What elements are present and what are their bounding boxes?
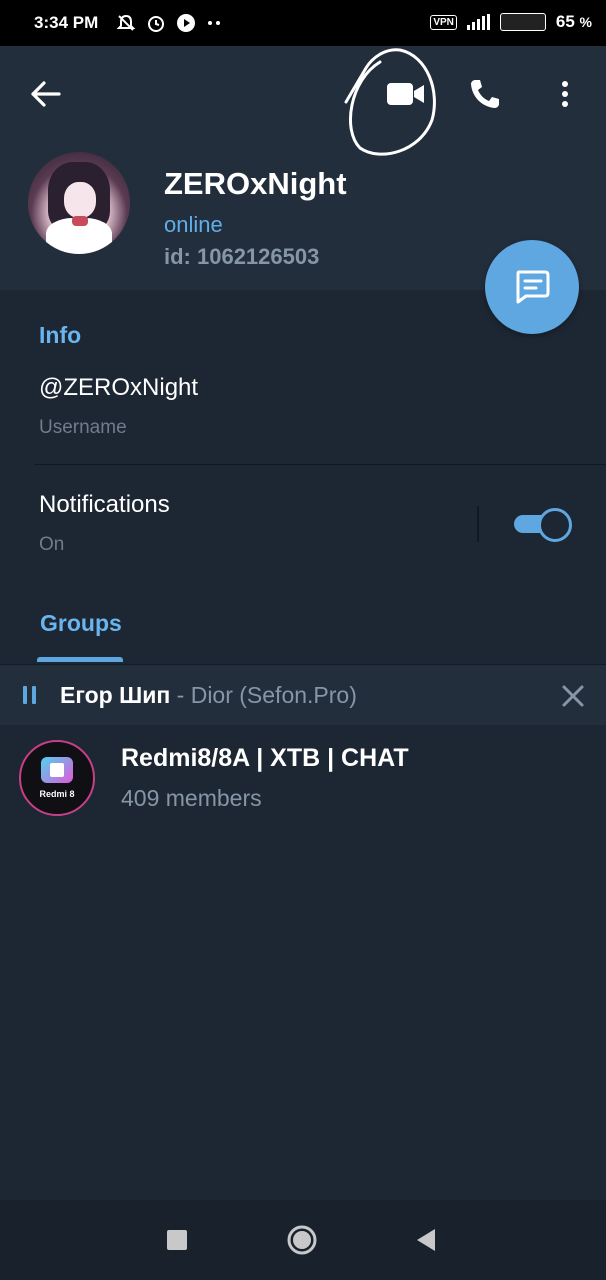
play-icon — [177, 14, 195, 32]
group-logo-icon — [41, 757, 73, 783]
more-vertical-icon — [562, 81, 568, 107]
voice-call-button[interactable] — [462, 72, 508, 116]
home-circle-icon — [287, 1225, 317, 1255]
home-button[interactable] — [286, 1224, 318, 1256]
player-separator: - — [170, 682, 191, 708]
status-time: 3:34 PM — [34, 13, 99, 32]
tab-indicator — [37, 657, 123, 662]
group-avatar-text: Redmi 8 — [39, 789, 75, 799]
triangle-back-icon — [417, 1229, 435, 1251]
back-button[interactable] — [24, 76, 68, 112]
vpn-badge: VPN — [430, 14, 457, 30]
battery-icon — [499, 13, 546, 31]
username-value[interactable]: @ZEROxNight — [39, 374, 198, 402]
divider — [34, 464, 606, 465]
player-artist: Егор Шип — [60, 682, 171, 708]
send-message-button[interactable] — [485, 240, 579, 334]
close-icon[interactable] — [560, 683, 586, 709]
arrow-left-icon — [31, 81, 61, 107]
alarm-icon — [148, 16, 164, 32]
profile-name: ZEROxNight — [164, 166, 347, 201]
battery-percent: 65 % — [555, 12, 592, 31]
notifications-state: On — [39, 534, 65, 555]
notifications-title[interactable]: Notifications — [39, 491, 170, 519]
recents-button[interactable] — [161, 1224, 193, 1256]
video-call-button[interactable] — [378, 74, 434, 114]
username-label: Username — [39, 417, 127, 438]
status-icons — [116, 13, 222, 33]
back-nav-button[interactable] — [410, 1224, 442, 1256]
info-section-title: Info — [39, 322, 82, 348]
group-name: Redmi8/8A | XTB | CHAT — [121, 744, 409, 772]
music-player-bar[interactable]: Егор Шип - Dior (Sefon.Pro) — [0, 664, 606, 725]
notifications-divider — [477, 506, 479, 542]
navigation-bar — [0, 1200, 606, 1280]
list-item[interactable]: Redmi 8 Redmi8/8A | XTB | CHAT 409 membe… — [0, 724, 606, 828]
status-bar: 3:34 PM VPN 65 % — [0, 0, 606, 46]
signal-icon — [466, 14, 490, 30]
player-track: Dior (Sefon.Pro) — [190, 682, 357, 708]
mute-bell-icon — [116, 14, 136, 31]
more-options-button[interactable] — [548, 72, 582, 116]
group-members: 409 members — [121, 785, 262, 811]
profile-avatar[interactable] — [28, 152, 130, 254]
message-icon — [516, 270, 550, 304]
phone-icon — [471, 80, 499, 108]
profile-status: online — [164, 212, 223, 237]
more-notifications-icon — [208, 21, 220, 25]
status-right: VPN 65 % — [430, 12, 592, 32]
group-avatar: Redmi 8 — [19, 740, 95, 816]
pause-icon[interactable] — [23, 686, 36, 704]
tab-groups[interactable]: Groups — [40, 610, 122, 637]
square-icon — [167, 1230, 187, 1250]
profile-id: id: 1062126503 — [164, 244, 320, 269]
notifications-toggle[interactable] — [514, 508, 572, 542]
now-playing[interactable]: Егор Шип - Dior (Sefon.Pro) — [60, 682, 357, 709]
video-camera-icon — [387, 83, 424, 105]
